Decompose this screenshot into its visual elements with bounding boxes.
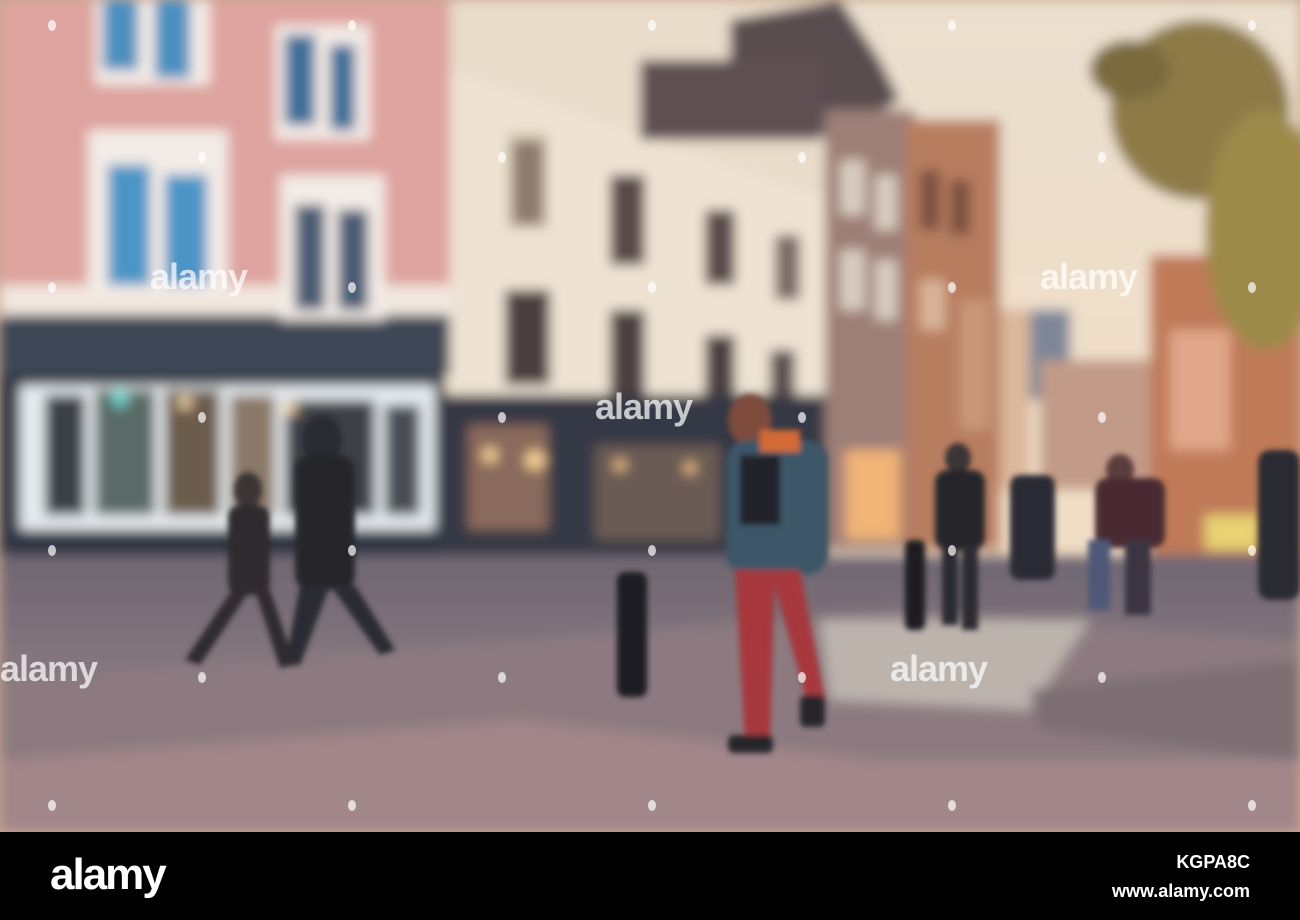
watermark-dot [1098, 412, 1106, 423]
watermark-dot [348, 800, 356, 811]
watermark-dot [1248, 20, 1256, 31]
watermark-dot [1098, 672, 1106, 683]
watermark-dot [198, 412, 206, 423]
watermark-dot [498, 412, 506, 423]
watermark-dot [348, 282, 356, 293]
watermark-dot [648, 800, 656, 811]
watermark-dot [948, 800, 956, 811]
image-reference: KGPA8C www.alamy.com [1080, 852, 1250, 902]
watermark-dot [1248, 282, 1256, 293]
watermark-dot [798, 412, 806, 423]
watermark-dot [498, 152, 506, 163]
watermark-dot [948, 20, 956, 31]
watermark-dot [198, 672, 206, 683]
watermark-dot [1248, 800, 1256, 811]
watermark-dot [348, 545, 356, 556]
watermark-dot [48, 20, 56, 31]
alamy-logo: alamy [50, 850, 167, 899]
site-url: www.alamy.com [1111, 881, 1250, 901]
watermark-dot [648, 282, 656, 293]
watermark-dot [798, 152, 806, 163]
watermark-dot [948, 545, 956, 556]
watermark-dot [798, 672, 806, 683]
watermark-dot [648, 545, 656, 556]
watermark-dot [198, 152, 206, 163]
street-photo: alamy alamy alamy alamy alamy alamy alam… [0, 0, 1300, 832]
watermark-footer: alamy KGPA8C www.alamy.com [0, 832, 1300, 920]
watermark-dot [948, 282, 956, 293]
image-id: KGPA8C [1176, 852, 1250, 872]
bollard [617, 572, 647, 697]
watermark-dot [48, 800, 56, 811]
watermark-dot [498, 672, 506, 683]
watermark-dot [48, 545, 56, 556]
watermark-dot [648, 20, 656, 31]
watermark-dot [348, 20, 356, 31]
watermark-dot [48, 282, 56, 293]
watermark-dot [1098, 152, 1106, 163]
watermark-dot [1248, 545, 1256, 556]
